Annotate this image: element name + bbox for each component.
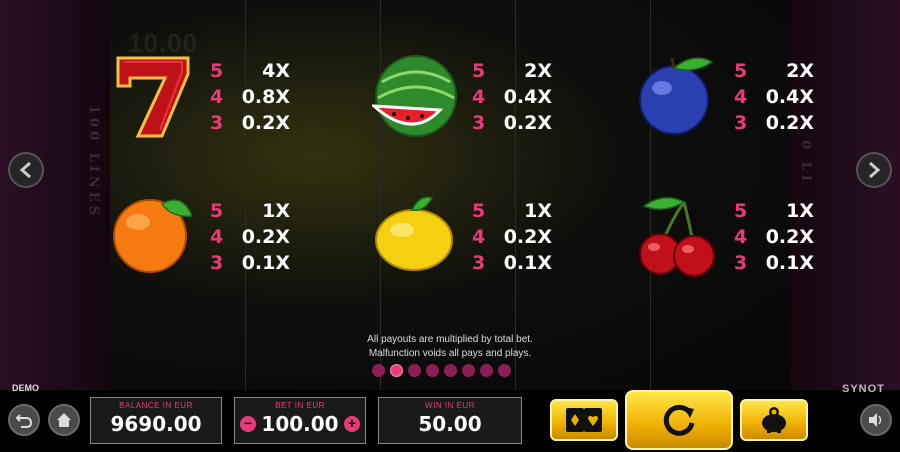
pay-multiplier: 1X <box>262 200 290 222</box>
pay-count: 5 <box>472 60 486 82</box>
balance-display: BALANCE IN EUR 9690.00 <box>90 397 222 444</box>
pay-count: 5 <box>210 60 224 82</box>
page-dot[interactable] <box>444 364 457 377</box>
pay-count: 3 <box>734 112 748 134</box>
watermelon-icon <box>372 55 457 137</box>
bet-label: BET IN EUR <box>275 401 325 410</box>
pay-count: 4 <box>472 226 486 248</box>
pay-count: 4 <box>210 226 224 248</box>
balance-label: BALANCE IN EUR <box>119 401 193 410</box>
pay-multiplier: 0.2X <box>765 226 814 248</box>
gamble-button[interactable] <box>550 399 618 441</box>
orange-icon <box>113 199 194 273</box>
pay-multiplier: 0.2X <box>765 112 814 134</box>
home-button[interactable] <box>48 404 80 436</box>
back-button[interactable] <box>8 404 40 436</box>
chevron-left-icon <box>19 161 31 179</box>
lemon-icon <box>375 196 453 271</box>
pay-multiplier: 0.1X <box>503 252 552 274</box>
pay-multiplier: 0.2X <box>503 112 552 134</box>
page-dot[interactable] <box>480 364 493 377</box>
pay-multiplier: 0.2X <box>241 112 290 134</box>
pay-count: 4 <box>472 86 486 108</box>
pay-count: 4 <box>734 86 748 108</box>
pay-count: 3 <box>472 112 486 134</box>
bet-display: BET IN EUR 100.00 − + <box>234 397 366 444</box>
pay-count: 5 <box>210 200 224 222</box>
pay-count: 5 <box>472 200 486 222</box>
chevron-right-icon <box>869 161 881 179</box>
payout-disclaimer: All payouts are multiplied by total bet.… <box>350 333 550 361</box>
pay-count: 5 <box>734 60 748 82</box>
paytable-entry-lemon: 5 1X 4 0.2X 3 0.1X <box>372 192 552 282</box>
pay-multiplier: 0.2X <box>241 226 290 248</box>
speaker-icon <box>869 413 882 427</box>
pay-count: 5 <box>734 200 748 222</box>
sound-button[interactable] <box>860 404 892 436</box>
page-dot[interactable] <box>372 364 385 377</box>
brand-logo: SYNOT <box>842 383 885 395</box>
piggy-bank-icon <box>762 407 786 433</box>
paytable-entry-cherry: 5 1X 4 0.2X 3 0.1X <box>634 192 814 282</box>
cherry-icon <box>639 197 715 277</box>
pay-count: 4 <box>734 226 748 248</box>
win-value: 50.00 <box>418 412 482 436</box>
pay-multiplier: 0.8X <box>241 86 290 108</box>
page-indicator <box>372 364 511 377</box>
home-icon <box>57 413 71 427</box>
decrease-bet-button[interactable]: − <box>240 416 256 432</box>
pay-count: 3 <box>210 112 224 134</box>
pay-count: 3 <box>734 252 748 274</box>
paytable-entry-orange: 5 1X 4 0.2X 3 0.1X <box>110 192 290 282</box>
win-display: WIN IN EUR 50.00 <box>378 397 522 444</box>
pay-multiplier: 4X <box>262 60 290 82</box>
seven-icon <box>116 56 190 138</box>
pay-count: 3 <box>472 252 486 274</box>
page-dot[interactable] <box>408 364 421 377</box>
previous-page-button[interactable] <box>8 152 44 188</box>
undo-arrow-icon <box>15 414 33 428</box>
paytable-entry-watermelon: 5 2X 4 0.4X 3 0.2X <box>372 52 552 142</box>
pay-multiplier: 0.1X <box>765 252 814 274</box>
balance-value: 9690.00 <box>110 412 202 436</box>
pay-multiplier: 2X <box>786 60 814 82</box>
lines-label-left: 100 LINES <box>86 105 101 220</box>
page-dot[interactable] <box>462 364 475 377</box>
pay-count: 4 <box>210 86 224 108</box>
paytable-entry-seven: 5 4X 4 0.8X 3 0.2X <box>110 52 290 142</box>
win-label: WIN IN EUR <box>425 401 475 410</box>
page-dot[interactable] <box>390 364 403 377</box>
pay-multiplier: 0.2X <box>503 226 552 248</box>
disclaimer-line: All payouts are multiplied by total bet. <box>367 334 533 345</box>
disclaimer-line: Malfunction voids all pays and plays. <box>368 348 532 359</box>
lines-label-right: 0 LI <box>798 140 813 185</box>
pay-multiplier: 0.4X <box>765 86 814 108</box>
pay-multiplier: 1X <box>524 200 552 222</box>
pay-count: 3 <box>210 252 224 274</box>
demo-label: DEMO <box>12 383 39 393</box>
pay-multiplier: 2X <box>524 60 552 82</box>
pay-multiplier: 1X <box>786 200 814 222</box>
cards-icon <box>566 408 602 432</box>
page-dot[interactable] <box>498 364 511 377</box>
plum-icon <box>639 57 714 135</box>
page-dot[interactable] <box>426 364 439 377</box>
spin-button[interactable] <box>625 390 733 450</box>
pay-multiplier: 0.1X <box>241 252 290 274</box>
paytable-entry-plum: 5 2X 4 0.4X 3 0.2X <box>634 52 814 142</box>
pay-multiplier: 0.4X <box>503 86 552 108</box>
spin-icon <box>663 404 695 436</box>
next-page-button[interactable] <box>856 152 892 188</box>
autoplay-button[interactable] <box>740 399 808 441</box>
increase-bet-button[interactable]: + <box>344 416 360 432</box>
